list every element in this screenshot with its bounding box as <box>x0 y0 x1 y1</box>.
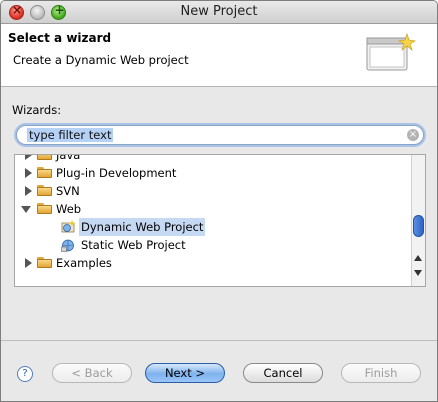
tree-item-dynamic-web-project[interactable]: Dynamic Web Project <box>15 218 411 236</box>
wizard-banner-icon <box>366 32 416 71</box>
folder-icon <box>37 257 52 268</box>
window-title: New Project <box>180 4 258 19</box>
collapse-icon[interactable] <box>21 204 31 214</box>
tree-item-label: SVN <box>56 184 80 198</box>
folder-icon <box>37 167 52 178</box>
expand-icon[interactable] <box>23 168 33 178</box>
expand-icon[interactable] <box>23 155 33 160</box>
tree-item-label: Static Web Project <box>81 238 186 252</box>
tree-item-label: Java <box>56 154 81 162</box>
expand-icon[interactable] <box>23 186 33 196</box>
next-button[interactable]: Next > <box>145 363 225 383</box>
tree-item-plug-in-development[interactable]: Plug-in Development <box>15 164 411 182</box>
filter-input-text[interactable]: type filter text <box>27 128 114 142</box>
clear-filter-icon[interactable]: × <box>407 129 419 141</box>
wizards-label: Wizards: <box>12 103 62 117</box>
wizard-banner: Select a wizard Create a Dynamic Web pro… <box>1 24 437 87</box>
folder-icon <box>37 155 52 160</box>
tree-item-label: Web <box>56 202 82 216</box>
help-button[interactable]: ? <box>17 366 33 382</box>
tree-item-examples[interactable]: Examples <box>15 254 411 272</box>
scrollbar-thumb[interactable] <box>413 215 424 237</box>
filter-search-field[interactable]: type filter text × <box>16 125 424 145</box>
banner-title: Select a wizard <box>8 31 112 45</box>
tree-item-web[interactable]: Web <box>15 200 411 218</box>
title-bar: New Project <box>1 1 437 24</box>
tree-item-java[interactable]: Java <box>15 154 411 164</box>
finish-button[interactable]: Finish <box>341 363 421 383</box>
tree-item-static-web-project[interactable]: Static Web Project <box>15 236 411 254</box>
folder-icon <box>37 185 52 196</box>
static-web-project-icon <box>61 239 74 252</box>
folder-icon <box>37 203 52 214</box>
footer-separator <box>1 340 437 341</box>
tree-item-label: Examples <box>56 256 112 270</box>
dynamic-web-project-icon <box>61 220 76 233</box>
scroll-down-arrow-icon[interactable] <box>414 269 423 277</box>
tree-item-label: Plug-in Development <box>56 166 177 180</box>
tree-scrollbar[interactable] <box>411 155 425 286</box>
wizard-tree[interactable]: Java Plug-in Development SVN Web Dynamic… <box>14 154 426 287</box>
scroll-up-arrow-icon[interactable] <box>414 255 423 263</box>
tree-item-label: Dynamic Web Project <box>79 218 206 236</box>
banner-subtitle: Create a Dynamic Web project <box>13 53 189 67</box>
new-project-window: New Project Select a wizard Create a Dyn… <box>0 0 438 402</box>
expand-icon[interactable] <box>23 258 33 268</box>
tree-item-svn[interactable]: SVN <box>15 182 411 200</box>
back-button[interactable]: < Back <box>52 363 132 383</box>
cancel-button[interactable]: Cancel <box>243 363 323 383</box>
